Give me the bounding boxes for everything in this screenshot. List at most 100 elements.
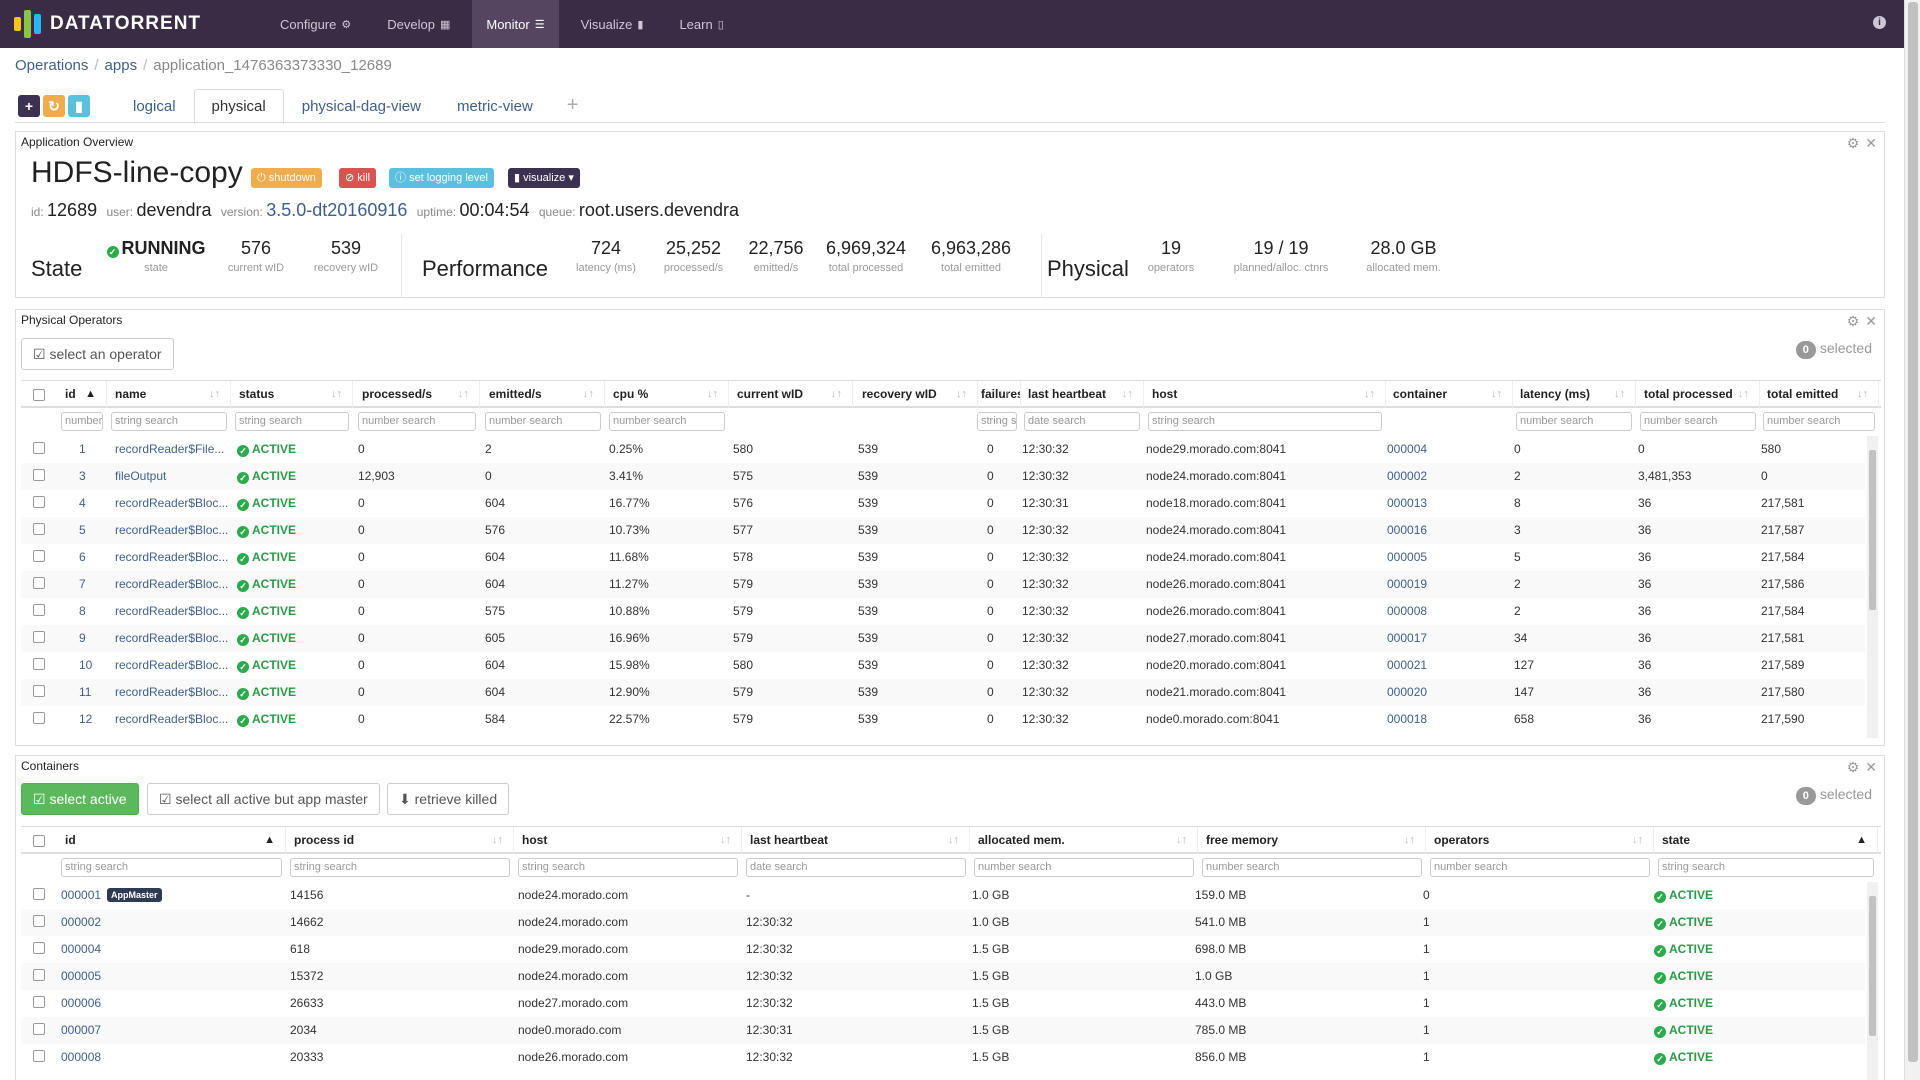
cell-name[interactable]: recordReader$Bloc... — [115, 706, 233, 733]
column-header-process-id[interactable]: process id ↓↑ — [288, 827, 514, 854]
cell-container[interactable]: 000002 — [1387, 463, 1509, 490]
column-header-total-processed[interactable]: total processed ↓↑ — [1638, 381, 1760, 408]
column-header-latency[interactable]: latency (ms) ↓↑ — [1514, 381, 1636, 408]
cell-container[interactable]: 000005 — [1387, 544, 1509, 571]
filter-latency-input[interactable]: number search — [1516, 412, 1632, 431]
column-header-operators[interactable]: operators ↓↑ — [1428, 827, 1654, 854]
sort-icon[interactable]: ↓↑ — [707, 381, 718, 408]
select-all-checkbox[interactable] — [33, 389, 45, 401]
cell-name[interactable]: recordReader$Bloc... — [115, 571, 233, 598]
filter-emitted-input[interactable]: number search — [485, 412, 601, 431]
column-header-free-memory[interactable]: free memory ↓↑ — [1200, 827, 1426, 854]
table-row[interactable]: 000005 15372 node24.morado.com 12:30:32 1.5 … — [21, 963, 1865, 990]
cell-container[interactable]: 000016 — [1387, 517, 1509, 544]
column-header-cpu[interactable]: cpu % ↓↑ — [607, 381, 729, 408]
sort-asc-icon[interactable]: ▲ — [1856, 827, 1867, 854]
sort-icon[interactable]: ↓↑ — [1176, 827, 1187, 854]
cell-container[interactable]: 000008 — [1387, 598, 1509, 625]
sort-icon[interactable]: ↓↑ — [583, 381, 594, 408]
gear-icon[interactable]: ⚙ — [1847, 313, 1860, 330]
sort-icon[interactable]: ↓↑ — [720, 827, 731, 854]
set-logging-level-button[interactable]: ⓘ set logging level — [389, 168, 494, 188]
sort-icon[interactable]: ↓↑ — [1364, 381, 1375, 408]
tab-physical[interactable]: physical — [193, 89, 284, 124]
table-row[interactable]: 9 recordReader$Bloc... ✓ ACTIVE 0 605 16.96% 57… — [21, 625, 1865, 652]
sort-icon[interactable]: ↓↑ — [956, 381, 967, 408]
cell-id[interactable]: 000006 — [61, 990, 284, 1017]
sort-icon[interactable]: ↓↑ — [331, 381, 342, 408]
row-checkbox[interactable] — [33, 996, 45, 1008]
table-row[interactable]: 000001 AppMaster 14156 node24.morado.com - 1.… — [21, 882, 1865, 909]
cell-container[interactable]: 000020 — [1387, 679, 1509, 706]
delete-button[interactable]: ▮ — [68, 95, 90, 117]
retrieve-killed-button[interactable]: ⬇ retrieve killed — [387, 783, 510, 815]
sort-icon[interactable]: ↓↑ — [1404, 827, 1415, 854]
close-icon[interactable]: ✕ — [1865, 135, 1877, 152]
row-checkbox[interactable] — [33, 1023, 45, 1035]
table-row[interactable]: 6 recordReader$Bloc... ✓ ACTIVE 0 604 11.68% 57… — [21, 544, 1865, 571]
column-header-allocated-mem[interactable]: allocated mem. ↓↑ — [972, 827, 1198, 854]
add-widget-button[interactable]: + — [18, 95, 40, 117]
reset-button[interactable]: ↻ — [43, 95, 65, 117]
row-checkbox[interactable] — [33, 685, 45, 697]
select-all-checkbox[interactable] — [33, 835, 45, 847]
table-row[interactable]: 12 recordReader$Bloc... ✓ ACTIVE 0 584 22.57% 5… — [21, 706, 1865, 733]
select-active-button[interactable]: ☑ select active — [21, 783, 139, 815]
table-row[interactable]: 7 recordReader$Bloc... ✓ ACTIVE 0 604 11.27% 57… — [21, 571, 1865, 598]
sort-icon[interactable]: ↓↑ — [1857, 381, 1868, 408]
info-icon[interactable]: i — [1873, 16, 1886, 29]
column-header-recovery-wid[interactable]: recovery wID ↓↑ — [856, 381, 978, 408]
filter-failures-input[interactable]: string se — [977, 412, 1017, 431]
filter-total-emitted-input[interactable]: number search — [1763, 412, 1875, 431]
table-row[interactable]: 8 recordReader$Bloc... ✓ ACTIVE 0 575 10.88% 57… — [21, 598, 1865, 625]
cell-id[interactable]: 000007 — [61, 1017, 284, 1044]
sort-icon[interactable]: ↓↑ — [831, 381, 842, 408]
filter-last-heartbeat-input[interactable]: date search — [746, 858, 966, 877]
cell-name[interactable]: recordReader$File... — [115, 436, 233, 463]
column-header-id[interactable]: id ▲ — [59, 381, 107, 408]
filter-host-input[interactable]: string search — [518, 858, 738, 877]
row-checkbox[interactable] — [33, 442, 45, 454]
nav-learn[interactable]: Learn ▯ — [665, 0, 737, 48]
row-checkbox[interactable] — [33, 915, 45, 927]
tab-metric-view[interactable]: metric-view — [439, 89, 551, 123]
cell-name[interactable]: recordReader$Bloc... — [115, 625, 233, 652]
filter-state-input[interactable]: string search — [1658, 858, 1874, 877]
filter-status-input[interactable]: string search — [235, 412, 349, 431]
column-header-state[interactable]: state ▲ — [1656, 827, 1878, 854]
filter-processed-input[interactable]: number search — [358, 412, 476, 431]
column-header-id[interactable]: id ▲ — [59, 827, 286, 854]
filter-total-processed-input[interactable]: number search — [1640, 412, 1756, 431]
app-version[interactable]: 3.5.0-dt20160916 — [266, 200, 407, 220]
column-header-current-wid[interactable]: current wID ↓↑ — [731, 381, 853, 408]
nav-configure[interactable]: Configure ⚙ — [266, 0, 365, 48]
column-header-status[interactable]: status ↓↑ — [233, 381, 353, 408]
row-checkbox[interactable] — [33, 496, 45, 508]
cell-container[interactable]: 000021 — [1387, 652, 1509, 679]
cell-id[interactable]: 000002 — [61, 909, 284, 936]
row-checkbox[interactable] — [33, 577, 45, 589]
cell-name[interactable]: recordReader$Bloc... — [115, 490, 233, 517]
sort-icon[interactable]: ↓↑ — [1738, 381, 1749, 408]
cell-name[interactable]: fileOutput — [115, 463, 233, 490]
cell-id[interactable]: 000004 — [61, 936, 284, 963]
filter-operators-input[interactable]: number search — [1430, 858, 1650, 877]
sort-icon[interactable]: ↓↑ — [1122, 381, 1133, 408]
filter-cpu-input[interactable]: number search — [609, 412, 725, 431]
table-row[interactable]: 000004 618 node29.morado.com 12:30:32 1.5 GB… — [21, 936, 1865, 963]
cell-name[interactable]: recordReader$Bloc... — [115, 652, 233, 679]
row-checkbox[interactable] — [33, 631, 45, 643]
cell-id[interactable]: 000001 AppMaster — [61, 882, 284, 909]
table-scroll-thumb[interactable] — [1869, 896, 1876, 1036]
sort-icon[interactable]: ↓↑ — [1491, 381, 1502, 408]
filter-process-id-input[interactable]: string search — [290, 858, 510, 877]
sort-icon[interactable]: ↓↑ — [209, 381, 220, 408]
column-header-host[interactable]: host ↓↑ — [516, 827, 742, 854]
sort-icon[interactable]: ↓↑ — [999, 381, 1010, 408]
column-header-processed[interactable]: processed/s ↓↑ — [356, 381, 480, 408]
filter-name-input[interactable]: string search — [111, 412, 227, 431]
breadcrumb-apps[interactable]: apps — [105, 57, 138, 74]
table-row[interactable]: 4 recordReader$Bloc... ✓ ACTIVE 0 604 16.77% 57… — [21, 490, 1865, 517]
row-checkbox[interactable] — [33, 658, 45, 670]
select-operator-button[interactable]: ☑ select an operator — [21, 338, 174, 370]
